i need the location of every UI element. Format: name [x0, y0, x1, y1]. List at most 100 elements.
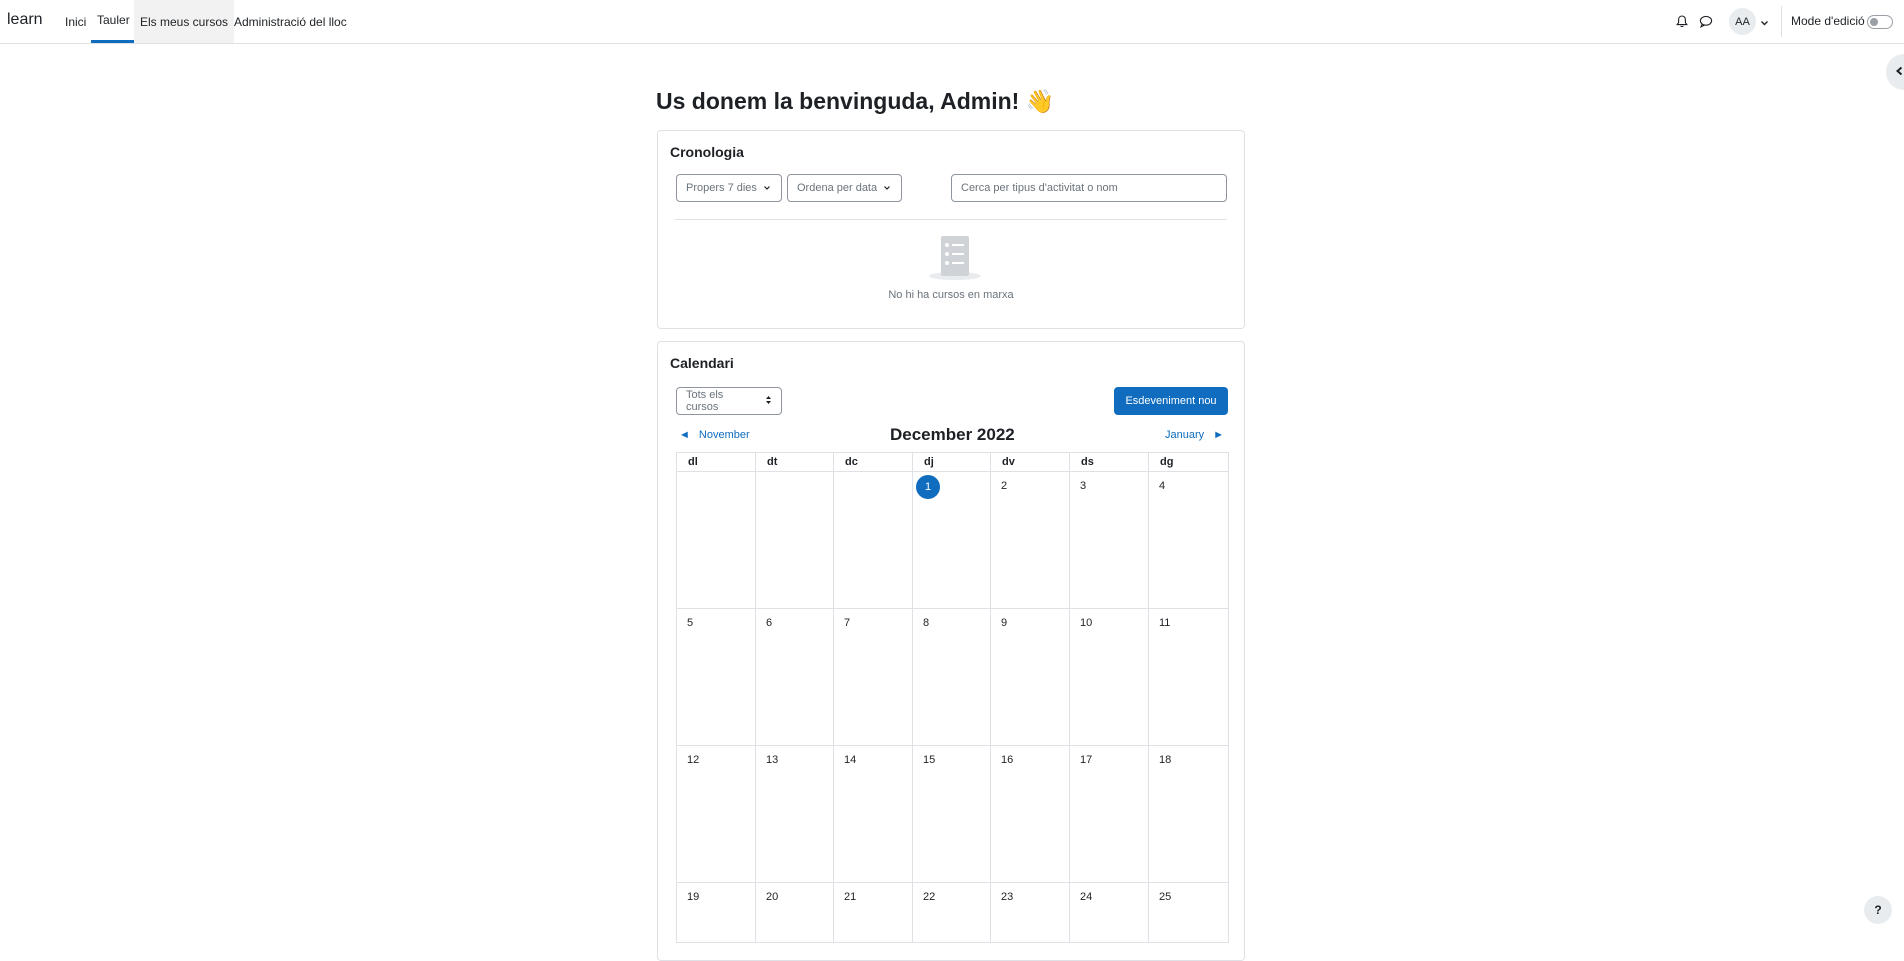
bell-icon[interactable]: [1673, 12, 1691, 30]
calendar-day-cell[interactable]: 9: [990, 608, 1070, 746]
new-event-button[interactable]: Esdeveniment nou: [1114, 387, 1228, 415]
day-number[interactable]: 23: [1001, 891, 1013, 903]
calendar-day-cell[interactable]: 7: [833, 608, 913, 746]
calendar-day-cell[interactable]: 11: [1148, 608, 1229, 746]
chevron-down-icon: [883, 182, 891, 194]
calendar-day-cell[interactable]: 14: [833, 745, 913, 883]
nav-item-els-meus-cursos[interactable]: Els meus cursos: [134, 0, 235, 43]
calendar-day-cell[interactable]: 6: [755, 608, 834, 746]
calendar-week-row: 5 6 7 8 9 10 11: [676, 608, 1229, 746]
day-number[interactable]: 11: [1159, 617, 1170, 629]
timeline-sort-label: Ordena per data: [797, 182, 878, 194]
calendar-day-cell[interactable]: 23: [990, 882, 1070, 943]
chevron-down-icon[interactable]: [1760, 14, 1769, 32]
navbar-divider: [1781, 6, 1782, 37]
user-avatar[interactable]: AA: [1729, 8, 1756, 35]
nav-item-tauler[interactable]: Tauler: [91, 0, 136, 43]
calendar-day-cell[interactable]: 18: [1148, 745, 1229, 883]
day-number[interactable]: 10: [1080, 617, 1092, 629]
today-day-number[interactable]: 1: [916, 475, 940, 499]
timeline-title: Cronologia: [670, 144, 744, 160]
drawer-toggle-button[interactable]: [1886, 54, 1904, 90]
calendar-day-cell[interactable]: 3: [1069, 471, 1149, 609]
calendar-day-cell[interactable]: 5: [676, 608, 756, 746]
calendar-day-cell[interactable]: 12: [676, 745, 756, 883]
day-number[interactable]: 9: [1001, 617, 1007, 629]
day-number[interactable]: 20: [766, 891, 778, 903]
day-number[interactable]: 19: [687, 891, 699, 903]
page-title: Us donem la benvinguda, Admin! 👋: [656, 88, 1055, 114]
next-month-label: January: [1165, 429, 1205, 441]
day-number[interactable]: 14: [844, 754, 856, 766]
day-number[interactable]: 13: [766, 754, 778, 766]
day-number[interactable]: 6: [766, 617, 772, 629]
calendar-month-table: dl dt dc dj dv ds dg 1 2 3 4 5 6 7 8 9 1…: [676, 452, 1229, 943]
edit-mode-toggle[interactable]: [1867, 15, 1893, 29]
course-filter-select[interactable]: Tots els cursos: [676, 387, 782, 415]
weekday-header: dv: [990, 452, 1070, 472]
calendar-title: Calendari: [670, 355, 734, 371]
calendar-day-cell[interactable]: 10: [1069, 608, 1149, 746]
day-number[interactable]: 8: [923, 617, 929, 629]
day-number[interactable]: 4: [1159, 480, 1165, 492]
weekday-header: dt: [755, 452, 834, 472]
calendar-day-cell[interactable]: 24: [1069, 882, 1149, 943]
timeline-filter-dropdown[interactable]: Propers 7 dies: [676, 174, 782, 202]
calendar-day-cell[interactable]: 1: [912, 471, 991, 609]
day-number[interactable]: 22: [923, 891, 935, 903]
sort-arrows-icon: [765, 395, 772, 408]
calendar-day-cell[interactable]: 2: [990, 471, 1070, 609]
weekday-header: dg: [1148, 452, 1229, 472]
calendar-day-cell-empty: [755, 471, 834, 609]
top-navbar: learn Inici Tauler Els meus cursos Admin…: [0, 0, 1904, 44]
calendar-day-cell[interactable]: 20: [755, 882, 834, 943]
nav-item-administracio[interactable]: Administració del lloc: [228, 0, 353, 43]
calendar-day-cell[interactable]: 8: [912, 608, 991, 746]
chat-bubble-icon[interactable]: [1697, 12, 1715, 30]
calendar-day-cell[interactable]: 4: [1148, 471, 1229, 609]
day-number[interactable]: 2: [1001, 480, 1007, 492]
day-number[interactable]: 15: [923, 754, 935, 766]
calendar-day-cell[interactable]: 15: [912, 745, 991, 883]
timeline-filter-label: Propers 7 dies: [686, 182, 757, 194]
calendar-day-cell-empty: [833, 471, 913, 609]
prev-month-label: November: [698, 429, 750, 441]
next-month-link[interactable]: January ►: [1165, 429, 1224, 441]
nav-item-inici[interactable]: Inici: [59, 0, 92, 43]
timeline-sort-dropdown[interactable]: Ordena per data: [787, 174, 902, 202]
day-number[interactable]: 16: [1001, 754, 1013, 766]
day-number[interactable]: 24: [1080, 891, 1092, 903]
weekday-header: dj: [912, 452, 991, 472]
toggle-knob: [1870, 18, 1878, 26]
calendar-day-cell-empty: [676, 471, 756, 609]
day-number[interactable]: 7: [844, 617, 850, 629]
weekday-header: ds: [1069, 452, 1149, 472]
day-number[interactable]: 3: [1080, 480, 1086, 492]
calendar-block: Calendari Tots els cursos Esdeveniment n…: [657, 341, 1245, 961]
site-brand[interactable]: learn: [7, 11, 43, 29]
empty-list-icon: [927, 235, 983, 286]
calendar-day-cell[interactable]: 16: [990, 745, 1070, 883]
calendar-day-cell[interactable]: 19: [676, 882, 756, 943]
timeline-empty-message: No hi ha cursos en marxa: [888, 289, 1014, 301]
prev-month-link[interactable]: ◄ November: [679, 429, 750, 441]
arrow-right-icon: ►: [1213, 429, 1225, 441]
timeline-block: Cronologia Propers 7 dies Ordena per dat…: [657, 130, 1245, 329]
chevron-left-icon: [1895, 63, 1904, 81]
day-number[interactable]: 18: [1159, 754, 1171, 766]
weekday-header: dl: [676, 452, 756, 472]
help-button[interactable]: ?: [1864, 896, 1892, 924]
timeline-search-input[interactable]: [951, 174, 1227, 202]
day-number[interactable]: 17: [1080, 754, 1092, 766]
calendar-day-cell[interactable]: 17: [1069, 745, 1149, 883]
calendar-day-cell[interactable]: 22: [912, 882, 991, 943]
weekday-header: dc: [833, 452, 913, 472]
calendar-day-cell[interactable]: 21: [833, 882, 913, 943]
calendar-day-cell[interactable]: 13: [755, 745, 834, 883]
day-number[interactable]: 12: [687, 754, 699, 766]
day-number[interactable]: 5: [687, 617, 693, 629]
calendar-day-cell[interactable]: 25: [1148, 882, 1229, 943]
day-number[interactable]: 21: [844, 891, 856, 903]
day-number[interactable]: 25: [1159, 891, 1171, 903]
calendar-week-row: 1 2 3 4: [676, 471, 1229, 609]
